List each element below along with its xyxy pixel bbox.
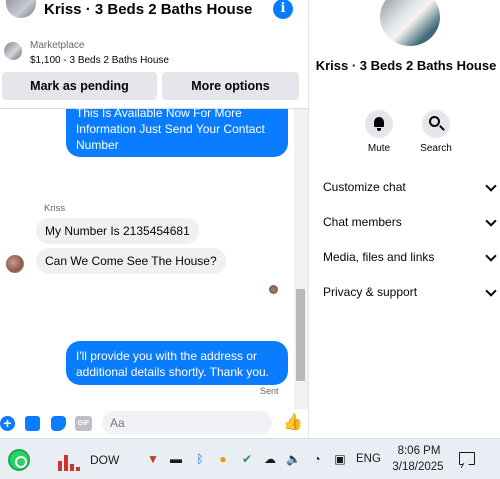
mark-as-pending-button[interactable]: Mark as pending: [2, 72, 157, 100]
chrome-icon[interactable]: ●: [216, 452, 230, 466]
stock-ticker-label[interactable]: DOW: [90, 453, 119, 467]
clock-date[interactable]: 3/18/2025: [390, 461, 446, 473]
whatsapp-icon[interactable]: [8, 449, 30, 471]
volume-icon[interactable]: 🔈: [286, 452, 301, 466]
listing-banner[interactable]: Marketplace $1,100 - 3 Beds 2 Baths Hous…: [0, 36, 308, 70]
clock-time[interactable]: 8:06 PM: [394, 445, 444, 457]
outgoing-message[interactable]: I'll provide you with the address or add…: [66, 341, 288, 385]
stock-chart-icon[interactable]: [58, 449, 80, 471]
gif-icon[interactable]: GIF: [75, 416, 92, 431]
section-label: Chat members: [323, 215, 402, 229]
listing-thumbnail: [4, 42, 22, 60]
bluetooth-icon[interactable]: ᛒ: [193, 452, 207, 466]
incoming-message[interactable]: Can We Come See The House?: [36, 248, 226, 274]
chat-header: Kriss · 3 Beds 2 Baths House i: [0, 0, 308, 28]
camera-privacy-icon[interactable]: ▣: [333, 452, 347, 466]
sender-avatar[interactable]: [6, 255, 24, 273]
message-list[interactable]: This Is Available Now For More Informati…: [0, 109, 294, 409]
more-options-button[interactable]: More options: [162, 72, 299, 100]
conversation-avatar: [380, 0, 440, 46]
chat-avatar[interactable]: [6, 0, 36, 18]
search-label: Search: [420, 143, 452, 154]
vpn-icon[interactable]: ▼: [146, 452, 160, 466]
wifi-icon[interactable]: ◔: [310, 452, 324, 466]
chevron-down-icon: [485, 177, 497, 197]
search-icon[interactable]: [422, 110, 450, 138]
incoming-message[interactable]: My Number Is 2135454681: [36, 218, 199, 244]
security-check-icon[interactable]: ✔: [240, 452, 254, 466]
privacy-support-section[interactable]: Privacy & support: [323, 282, 497, 302]
message-input[interactable]: [110, 414, 240, 432]
message-input-box[interactable]: [102, 411, 368, 435]
listing-kind: Marketplace: [30, 40, 85, 51]
photo-icon[interactable]: [25, 416, 40, 431]
language-indicator[interactable]: ENG: [356, 453, 381, 465]
cloud-offline-icon[interactable]: ☁: [263, 452, 277, 466]
details-panel: Kriss · 3 Beds 2 Baths House Mute Search…: [308, 0, 500, 438]
section-label: Privacy & support: [323, 285, 418, 299]
section-label: Media, files and links: [323, 250, 435, 264]
thumbs-up-icon[interactable]: 👍: [283, 414, 303, 432]
bell-icon[interactable]: [365, 110, 393, 138]
plus-icon[interactable]: +: [0, 416, 15, 431]
mute-label: Mute: [367, 143, 391, 154]
chat-members-section[interactable]: Chat members: [323, 212, 497, 232]
scrollbar-thumb[interactable]: [296, 289, 305, 381]
outgoing-message[interactable]: This Is Available Now For More Informati…: [66, 109, 288, 157]
listing-price-title: $1,100 - 3 Beds 2 Baths House: [30, 55, 169, 66]
customize-chat-section[interactable]: Customize chat: [323, 177, 497, 197]
info-icon[interactable]: i: [273, 0, 293, 19]
notification-icon[interactable]: [459, 452, 475, 465]
section-label: Customize chat: [323, 180, 406, 194]
chat-panel: Kriss · 3 Beds 2 Baths House i Marketpla…: [0, 0, 368, 438]
windows-taskbar: DOW ▼ ▬ ᛒ ● ✔ ☁ 🔈 ◔ ▣ ENG 8:06 PM 3/18/2…: [0, 438, 500, 479]
mute-button[interactable]: Mute: [349, 110, 409, 154]
message-status: Sent: [260, 386, 279, 396]
media-files-links-section[interactable]: Media, files and links: [323, 247, 497, 267]
details-title: Kriss · 3 Beds 2 Baths House: [315, 58, 497, 73]
message-scrollbar[interactable]: [294, 109, 308, 409]
search-button[interactable]: Search: [406, 110, 466, 154]
seen-indicator-avatar: [269, 285, 278, 294]
message-composer: + GIF 👍: [0, 408, 368, 438]
chat-title[interactable]: Kriss · 3 Beds 2 Baths House: [44, 1, 252, 18]
sender-name: Kriss: [44, 203, 66, 214]
sticker-icon[interactable]: [51, 416, 66, 431]
chevron-down-icon: [485, 212, 497, 232]
battery-icon[interactable]: ▬: [169, 452, 183, 466]
chevron-down-icon: [485, 282, 497, 302]
chevron-down-icon: [485, 247, 497, 267]
